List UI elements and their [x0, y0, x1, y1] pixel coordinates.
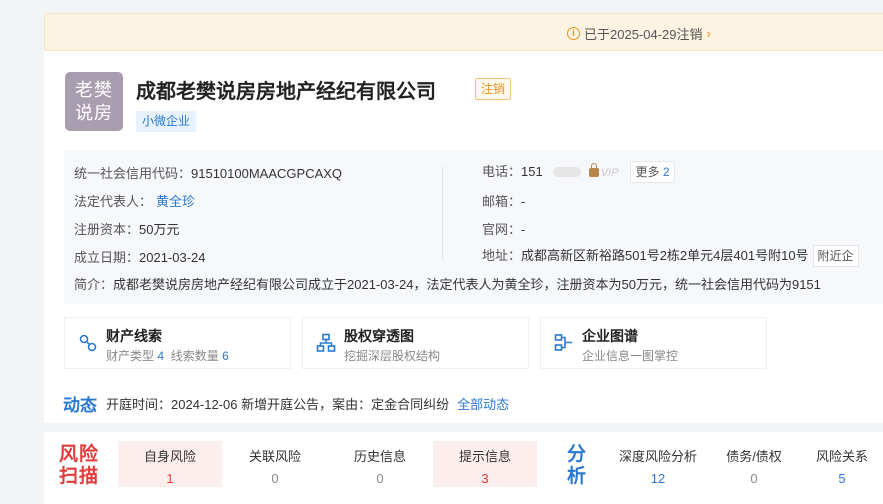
credit-code-label: 统一社会信用代码：: [74, 166, 192, 181]
logo-line-1: 老樊: [75, 79, 113, 100]
related-risk-label: 关联风险: [248, 449, 301, 464]
dynamics-label: 动态: [63, 396, 97, 415]
equity-chart-sub: 挖掘深层股权结构: [344, 349, 441, 363]
column-divider: [442, 166, 443, 260]
notice-info-label: 提示信息: [458, 449, 511, 464]
deep-risk-item[interactable]: 深度风险分析 12: [610, 441, 706, 487]
founded-value: 2021-03-24: [139, 250, 206, 265]
cancellation-banner[interactable]: i 已于2025-04-29注销 ›: [44, 13, 883, 51]
legal-rep-link[interactable]: 黄全珍: [156, 194, 195, 209]
credit-code-value: 91510100MAACGPCAXQ: [191, 166, 343, 181]
legal-rep-row: 法定代表人： 黄全珍: [74, 191, 195, 210]
history-info-label: 历史信息: [353, 449, 406, 464]
more-label: 更多: [635, 165, 660, 179]
address-value: 成都高新区新裕路501号2栋2单元4层401号附10号: [521, 248, 809, 263]
status-badge: 注销: [475, 78, 512, 100]
email-value: -: [521, 194, 526, 209]
banner-text: 已于2025-04-29注销: [584, 27, 703, 42]
risk-relation-label: 风险关系: [815, 449, 868, 464]
size-tag[interactable]: 小微企业: [136, 111, 197, 132]
lock-icon: [588, 163, 599, 177]
asset-clues-sub: 财产类型 4 线索数量 6: [106, 347, 229, 364]
website-row: 官网：-: [482, 219, 525, 238]
capital-label: 注册资本：: [74, 222, 140, 237]
asset-type-count: 4: [157, 349, 165, 363]
enterprise-graph-title: 企业图谱: [582, 328, 638, 344]
credit-code-row: 统一社会信用代码：91510100MAACGPCAXQ: [74, 163, 342, 182]
risk-relation-value: 5: [838, 471, 846, 486]
debt-item[interactable]: 债务/债权 0: [706, 441, 802, 487]
capital-row: 注册资本：50万元: [74, 219, 179, 238]
email-label: 邮箱：: [482, 194, 522, 209]
intro-value: 成都老樊说房房地产经纪有限公司成立于2021-03-24，法定代表人为黄全珍，注…: [113, 277, 821, 292]
email-row: 邮箱：-: [482, 191, 525, 210]
asset-clues-title: 财产线索: [106, 328, 162, 344]
intro-row: 简介：成都老樊说房房地产经纪有限公司成立于2021-03-24，法定代表人为黄全…: [74, 274, 821, 293]
org-chart-icon: [316, 333, 336, 352]
equity-chart-title: 股权穿透图: [344, 328, 414, 344]
dynamics-row: 开庭时间：2024-12-06 新增开庭公告，案由：定金合同纠纷 全部动态: [106, 394, 509, 413]
website-value: -: [521, 222, 526, 237]
asset-type-label: 财产类型: [106, 349, 155, 363]
all-dynamics-link[interactable]: 全部动态: [457, 397, 509, 412]
website-label: 官网：: [482, 222, 522, 237]
self-risk-label: 自身风险: [143, 449, 196, 464]
history-info-value: 0: [376, 471, 384, 486]
phone-label: 电话：: [482, 164, 522, 179]
related-risk-value: 0: [271, 471, 279, 486]
company-card: 老樊 说房 成都老樊说房房地产经纪有限公司 注销 小微企业 统一社会信用代码：91…: [44, 51, 883, 423]
phone-blur: [552, 167, 581, 177]
analysis-title: 分析: [567, 444, 587, 487]
debt-value: 0: [750, 471, 758, 486]
deep-risk-value: 12: [650, 471, 666, 486]
clue-count-label: 线索数量: [170, 349, 219, 363]
equity-chart-card[interactable]: 股权穿透图 挖掘深层股权结构: [302, 317, 529, 369]
enterprise-graph-card[interactable]: 企业图谱 企业信息一图掌控: [540, 317, 767, 369]
founded-label: 成立日期：: [74, 250, 140, 265]
company-logo: 老樊 说房: [65, 72, 123, 131]
phone-row: 电话：151 VIP 更多 2: [482, 161, 675, 183]
intro-label: 简介：: [74, 277, 114, 292]
address-row: 地址：成都高新区新裕路501号2栋2单元4层401号附10号 附近企: [482, 245, 859, 267]
notice-info-item[interactable]: 提示信息 3: [433, 441, 537, 487]
link-icon: [79, 334, 97, 352]
legal-rep-label: 法定代表人：: [74, 194, 153, 209]
risk-relation-item[interactable]: 风险关系 5: [794, 441, 883, 487]
risk-scan-title: 风险扫描: [59, 444, 100, 487]
dynamics-text: 开庭时间：2024-12-06 新增开庭公告，案由：定金合同纠纷: [106, 397, 450, 412]
self-risk-item[interactable]: 自身风险 1: [118, 441, 222, 487]
banner-content[interactable]: i 已于2025-04-29注销 ›: [567, 24, 711, 43]
vip-label: VIP: [600, 167, 619, 179]
info-panel: 统一社会信用代码：91510100MAACGPCAXQ 法定代表人： 黄全珍 注册…: [64, 150, 883, 304]
related-risk-item[interactable]: 关联风险 0: [223, 441, 327, 487]
info-icon: i: [567, 27, 580, 40]
address-label: 地址：: [482, 248, 522, 263]
more-phones-button[interactable]: 更多 2: [630, 161, 675, 183]
more-count: 2: [662, 165, 670, 179]
company-name: 成都老樊说房房地产经纪有限公司: [136, 81, 436, 103]
enterprise-graph-sub: 企业信息一图掌控: [582, 349, 679, 363]
asset-clues-card[interactable]: 财产线索 财产类型 4 线索数量 6: [64, 317, 291, 369]
risk-scan-bar: 风险扫描 自身风险 1 关联风险 0 历史信息 0 提示信息 3 分析 深度风险…: [44, 432, 883, 504]
founded-row: 成立日期：2021-03-24: [74, 247, 206, 266]
chevron-right-icon: ›: [706, 26, 711, 41]
deep-risk-label: 深度风险分析: [618, 449, 697, 464]
phone-value: 151: [521, 164, 543, 179]
graph-icon: [554, 334, 572, 351]
nearby-companies-button[interactable]: 附近企: [812, 245, 859, 267]
debt-label: 债务/债权: [726, 449, 782, 464]
capital-value: 50万元: [139, 222, 180, 237]
history-info-item[interactable]: 历史信息 0: [328, 441, 432, 487]
self-risk-value: 1: [166, 471, 174, 486]
logo-line-2: 说房: [75, 102, 113, 123]
notice-info-value: 3: [481, 471, 489, 486]
clue-count: 6: [222, 349, 229, 363]
